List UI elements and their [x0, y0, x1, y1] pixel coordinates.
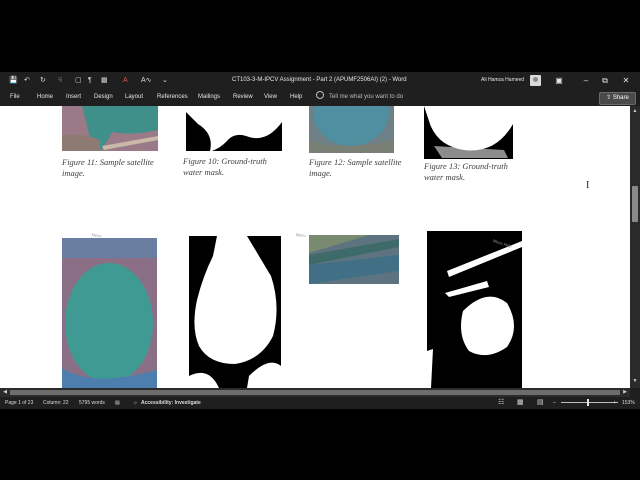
- horizontal-scroll-thumb[interactable]: [10, 390, 620, 395]
- paragraph-icon[interactable]: ¶: [88, 75, 92, 86]
- customize-toolbar-icon[interactable]: ⌄: [162, 75, 168, 86]
- scroll-up-icon[interactable]: ▲: [630, 108, 640, 114]
- tab-home[interactable]: Home: [37, 89, 53, 106]
- ribbon-display-icon[interactable]: ▣: [551, 72, 567, 89]
- user-name[interactable]: Ali Hamza Hameed: [481, 72, 524, 89]
- minimize-button[interactable]: –: [578, 72, 594, 89]
- caption-fig13: Figure 13: Ground-truth water mask.: [424, 161, 508, 182]
- document-page[interactable]: Figure 11: Sample satellite image. Figur…: [0, 106, 630, 388]
- accessibility-icon[interactable]: ☼: [133, 397, 138, 409]
- avatar[interactable]: [530, 75, 541, 86]
- undo-icon[interactable]: ↶: [24, 75, 30, 86]
- tab-design[interactable]: Design: [94, 89, 113, 106]
- satellite-image-3[interactable]: [309, 235, 399, 284]
- zoom-level[interactable]: 153%: [622, 397, 635, 409]
- zoom-slider-thumb[interactable]: [587, 399, 589, 406]
- horizontal-scrollbar[interactable]: ◀ ▶: [0, 388, 630, 397]
- satellite-image-fig12[interactable]: [309, 106, 394, 153]
- text-cursor-icon: I: [586, 180, 590, 191]
- word-window: 💾 ↶ ↻ ☟ ▢ ¶ ▦ A A∿ ⌄ CT103-3-M-IPCV Assi…: [0, 72, 640, 409]
- font-color-icon[interactable]: A: [123, 75, 128, 86]
- tell-me-label: Tell me what you want to do: [329, 94, 404, 100]
- share-button[interactable]: ⇧ Share: [599, 92, 636, 105]
- status-bar: Page 1 of 23 Column: 22 5795 words ▤ ☼ A…: [0, 397, 640, 409]
- text-effects-icon[interactable]: A∿: [141, 75, 152, 86]
- web-layout-icon[interactable]: ▤: [537, 397, 544, 409]
- share-icon: ⇧: [606, 95, 613, 101]
- new-document-icon[interactable]: ▢: [75, 75, 82, 86]
- share-label: Share: [612, 95, 629, 101]
- close-button[interactable]: ✕: [618, 72, 634, 89]
- caption-fig11: Figure 11: Sample satellite image.: [62, 157, 154, 178]
- scroll-left-icon[interactable]: ◀: [0, 389, 10, 395]
- restore-button[interactable]: ⧉: [597, 72, 613, 89]
- tell-me-search[interactable]: Tell me what you want to do: [316, 89, 403, 106]
- print-layout-icon[interactable]: ▦: [517, 397, 524, 409]
- tab-insert[interactable]: Insert: [66, 89, 81, 106]
- tab-review[interactable]: Review: [233, 89, 253, 106]
- water-mask-fig10[interactable]: [186, 106, 282, 151]
- scroll-right-icon[interactable]: ▶: [620, 389, 630, 395]
- tab-references[interactable]: References: [157, 89, 188, 106]
- vertical-scroll-thumb[interactable]: [632, 186, 638, 222]
- water-mask-fig13[interactable]: [424, 106, 513, 159]
- tab-help[interactable]: Help: [290, 89, 302, 106]
- styles-icon[interactable]: ▦: [101, 75, 108, 86]
- zoom-in-icon[interactable]: +: [613, 397, 616, 409]
- tab-mailings[interactable]: Mailings: [198, 89, 220, 106]
- accessibility-status[interactable]: Accessibility: Investigate: [141, 397, 201, 409]
- water-mask-2[interactable]: [189, 236, 281, 388]
- touch-mode-icon[interactable]: ☟: [58, 75, 62, 86]
- page-indicator[interactable]: Page 1 of 23: [5, 397, 33, 409]
- word-count[interactable]: 5795 words: [79, 397, 105, 409]
- title-bar: 💾 ↶ ↻ ☟ ▢ ¶ ▦ A A∿ ⌄ CT103-3-M-IPCV Assi…: [0, 72, 640, 89]
- drag-handle-label: Menu: [295, 232, 306, 239]
- window-title: CT103-3-M-IPCV Assignment - Part 2 (APUM…: [232, 77, 407, 83]
- proofing-icon[interactable]: ▤: [115, 397, 120, 409]
- tab-view[interactable]: View: [264, 89, 277, 106]
- caption-fig10: Figure 10: Ground-truth water mask.: [183, 156, 267, 177]
- zoom-out-icon[interactable]: –: [553, 397, 556, 409]
- save-icon[interactable]: 💾: [9, 75, 18, 86]
- vertical-scrollbar[interactable]: ▲ ▼: [630, 106, 640, 388]
- tab-layout[interactable]: Layout: [125, 89, 143, 106]
- tab-file[interactable]: File: [10, 89, 20, 106]
- redo-icon[interactable]: ↻: [40, 75, 46, 86]
- satellite-image-fig11[interactable]: [62, 106, 158, 151]
- satellite-image-2[interactable]: [62, 238, 157, 388]
- zoom-slider[interactable]: [561, 402, 618, 403]
- read-mode-icon[interactable]: ☷: [498, 397, 504, 409]
- caption-fig12: Figure 12: Sample satellite image.: [309, 157, 402, 178]
- ribbon-tabs: File Home Insert Design Layout Reference…: [0, 89, 640, 106]
- lightbulb-icon: [316, 91, 324, 99]
- column-indicator[interactable]: Column: 22: [43, 397, 69, 409]
- scroll-down-icon[interactable]: ▼: [630, 378, 640, 384]
- water-mask-3[interactable]: [427, 231, 522, 388]
